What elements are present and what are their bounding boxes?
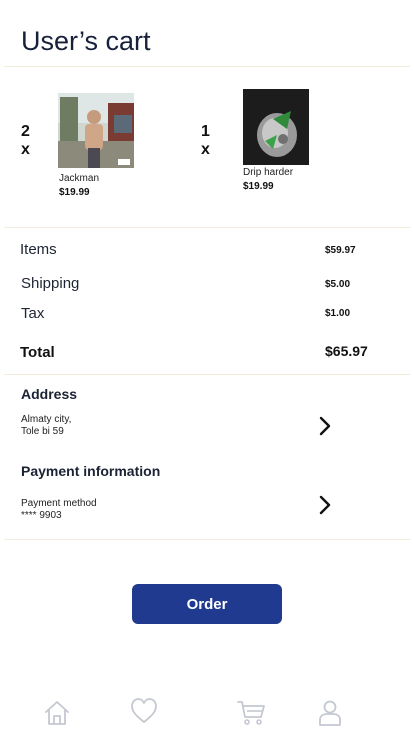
payment-divider <box>4 539 410 540</box>
header-divider <box>4 66 410 67</box>
chevron-right-icon[interactable] <box>316 494 334 516</box>
item-quantity: 1 x <box>201 123 210 158</box>
items-value: $59.97 <box>325 245 356 256</box>
order-button[interactable]: Order <box>132 584 282 624</box>
payment-card-number: **** 9903 <box>21 510 62 521</box>
item-price: $19.99 <box>243 181 274 192</box>
cart-icon[interactable] <box>236 698 266 728</box>
payment-title: Payment information <box>21 463 161 479</box>
home-icon[interactable] <box>42 698 72 728</box>
item-name: Jackman <box>59 173 100 184</box>
chevron-right-icon[interactable] <box>316 415 334 437</box>
address-section[interactable]: Address Almaty city, Tole bi 59 <box>0 378 414 448</box>
item-quantity: 2 x <box>21 123 30 158</box>
user-icon[interactable] <box>315 698 345 728</box>
items-label: Items <box>20 241 57 258</box>
item-name: Drip harder <box>243 167 294 178</box>
tax-value: $1.00 <box>325 308 351 319</box>
shipping-value: $5.00 <box>325 279 351 290</box>
address-line-1: Almaty city, <box>21 414 72 425</box>
payment-method-label: Payment method <box>21 498 97 509</box>
payment-section[interactable]: Payment information Payment method **** … <box>0 455 414 530</box>
heart-icon[interactable] <box>129 696 159 726</box>
address-line-2: Tole bi 59 <box>21 426 64 437</box>
total-value: $65.97 <box>325 343 368 359</box>
album-cover-image[interactable] <box>243 89 309 165</box>
address-title: Address <box>21 386 78 402</box>
item-price: $19.99 <box>59 187 90 198</box>
items-divider <box>4 227 410 228</box>
total-label: Total <box>20 344 55 361</box>
album-cover-image[interactable] <box>58 93 134 168</box>
summary-divider <box>4 374 410 375</box>
tax-label: Tax <box>21 305 45 322</box>
shipping-label: Shipping <box>21 275 80 292</box>
page-title: User’s cart <box>21 26 151 56</box>
